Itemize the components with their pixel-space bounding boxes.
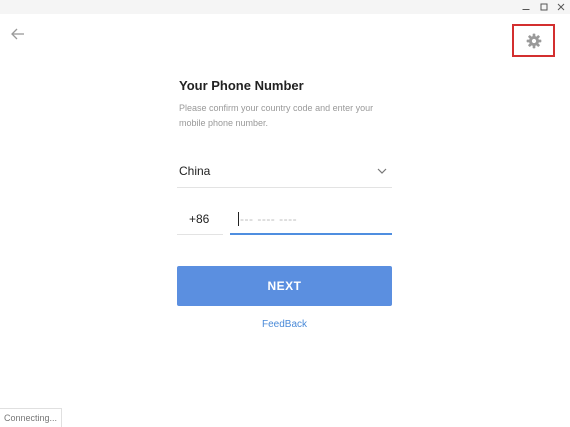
country-code-value: +86 <box>189 212 210 226</box>
close-icon[interactable] <box>553 0 569 14</box>
maximize-icon[interactable] <box>536 0 552 14</box>
country-value: China <box>179 164 211 178</box>
country-select[interactable]: China <box>177 156 392 188</box>
connection-status: Connecting... <box>0 408 63 427</box>
gear-icon <box>526 33 541 48</box>
page-title: Your Phone Number <box>179 78 304 93</box>
phone-number-field <box>230 203 392 235</box>
feedback-link[interactable]: FeedBack <box>177 319 392 330</box>
window-titlebar <box>0 0 570 14</box>
text-caret <box>238 212 239 226</box>
minimize-icon[interactable] <box>518 0 534 14</box>
instructions-text: Please confirm your country code and ent… <box>179 103 374 128</box>
settings-button[interactable] <box>512 24 555 57</box>
next-button[interactable]: NEXT <box>177 266 392 306</box>
chevron-down-icon <box>377 168 387 174</box>
back-button[interactable] <box>9 25 27 43</box>
country-code-field[interactable]: +86 <box>177 203 223 235</box>
phone-number-input[interactable] <box>240 209 385 229</box>
back-arrow-icon <box>11 28 24 40</box>
